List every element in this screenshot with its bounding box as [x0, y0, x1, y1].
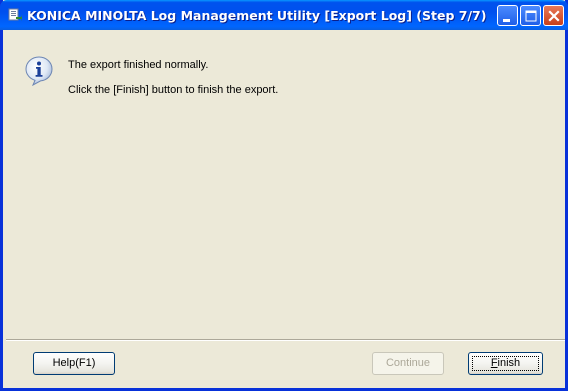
help-button[interactable]: Help(F1) — [33, 352, 115, 375]
app-icon — [8, 8, 22, 21]
divider — [6, 339, 565, 341]
maximize-button[interactable] — [520, 5, 541, 26]
info-icon — [25, 56, 53, 86]
message-line-1: The export finished normally. — [68, 59, 209, 71]
window-title: KONICA MINOLTA Log Management Utility [E… — [27, 8, 487, 23]
message-line-2: Click the [Finish] button to finish the … — [68, 84, 279, 96]
title-bar[interactable]: KONICA MINOLTA Log Management Utility [E… — [0, 0, 568, 30]
continue-button: Continue — [372, 352, 444, 375]
maximize-icon — [525, 10, 537, 22]
minimize-icon — [503, 19, 510, 22]
finish-button[interactable]: Finish — [468, 352, 543, 375]
export-log-dialog: KONICA MINOLTA Log Management Utility [E… — [0, 0, 568, 391]
minimize-button[interactable] — [497, 5, 518, 26]
close-icon — [548, 10, 560, 22]
close-button[interactable] — [543, 5, 564, 26]
finish-button-label: Finish — [490, 357, 521, 369]
